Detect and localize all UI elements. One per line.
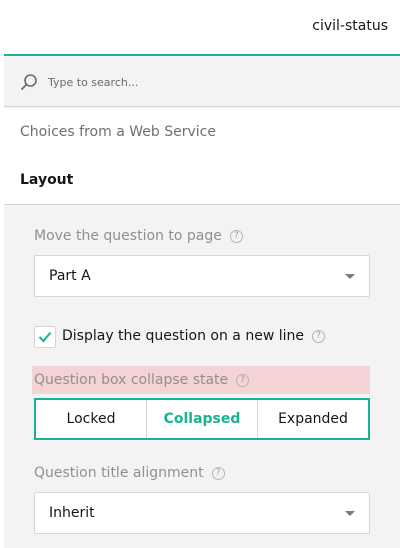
- dropdown-value: Inherit: [49, 505, 95, 521]
- category-label: Choices from a Web Service: [20, 124, 216, 140]
- search-input[interactable]: [48, 72, 378, 92]
- collapse-option-locked[interactable]: Locked: [36, 400, 147, 438]
- new-line-label[interactable]: Display the question on a new line ?: [62, 328, 325, 344]
- category-label: Layout: [20, 172, 74, 188]
- move-to-page-text: Move the question to page: [34, 228, 222, 244]
- new-line-checkbox[interactable]: [34, 326, 56, 348]
- selected-element-name: civil-status: [312, 18, 388, 34]
- collapse-state-label: Question box collapse state ?: [34, 372, 250, 388]
- property-grid-header: civil-status: [4, 0, 400, 56]
- chevron-down-icon: [345, 511, 355, 516]
- help-icon[interactable]: ?: [229, 229, 243, 243]
- move-to-page-dropdown[interactable]: Part A: [34, 255, 370, 297]
- layout-properties: Move the question to page ? Part A Displ…: [4, 206, 400, 548]
- collapse-state-text: Question box collapse state: [34, 372, 229, 388]
- check-icon: [38, 331, 52, 343]
- category-choices-web-service[interactable]: Choices from a Web Service: [4, 108, 400, 157]
- help-icon[interactable]: ?: [236, 373, 250, 387]
- collapse-state-label-row: Question box collapse state ?: [32, 366, 370, 394]
- help-icon[interactable]: ?: [312, 329, 325, 343]
- property-grid-panel: civil-status Choices from a Web Service …: [4, 0, 400, 548]
- dropdown-value: Part A: [49, 268, 91, 284]
- collapse-option-collapsed[interactable]: Collapsed: [147, 400, 258, 438]
- title-alignment-text: Question title alignment: [34, 465, 204, 481]
- new-line-text: Display the question on a new line: [62, 328, 304, 344]
- help-icon[interactable]: ?: [211, 466, 225, 480]
- property-search-bar: [4, 58, 400, 107]
- title-alignment-label: Question title alignment ?: [34, 465, 225, 481]
- collapse-state-segmented-control: Locked Collapsed Expanded: [34, 398, 370, 440]
- chevron-down-icon: [345, 274, 355, 279]
- move-to-page-label: Move the question to page ?: [34, 228, 243, 244]
- search-icon: [21, 74, 37, 90]
- collapse-option-expanded[interactable]: Expanded: [258, 400, 368, 438]
- title-alignment-dropdown[interactable]: Inherit: [34, 492, 370, 534]
- category-layout[interactable]: Layout: [4, 156, 400, 205]
